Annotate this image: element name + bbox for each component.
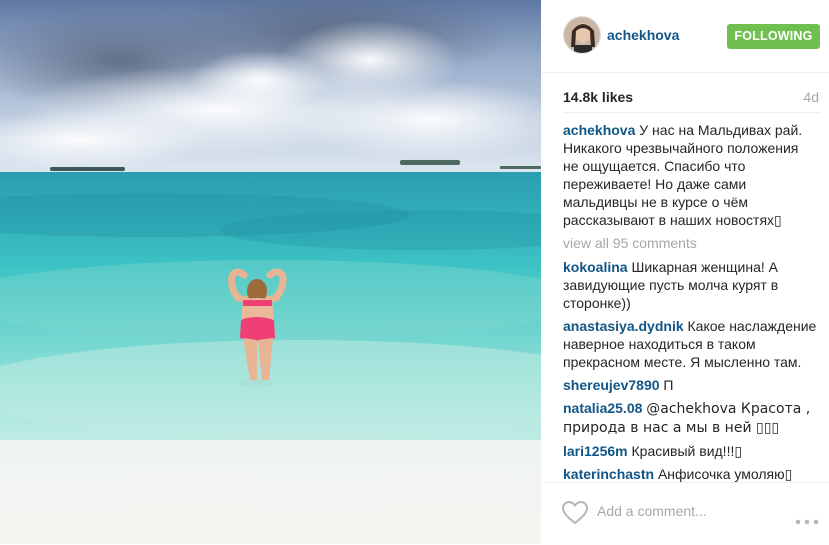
comment: anastasiya.dydnik Какое наслаждение наве… (563, 317, 817, 371)
comment-footer: Add a comment... (541, 482, 829, 545)
comment-username[interactable]: lari1256m (563, 443, 628, 459)
more-options-icon[interactable] (795, 512, 819, 525)
likes-count[interactable]: 14.8k likes (563, 89, 633, 105)
following-button[interactable]: FOLLOWING (727, 24, 820, 49)
view-all-comments-link[interactable]: view all 95 comments (563, 234, 817, 252)
comment-username[interactable]: kokoalina (563, 259, 628, 275)
comment-username[interactable]: katerinchastn (563, 466, 654, 482)
comment: shereujev7890 П (563, 376, 817, 394)
avatar[interactable] (563, 16, 601, 54)
comment: kokoalina Шикарная женщина! А завидующие… (563, 258, 817, 312)
comment-username[interactable]: shereujev7890 (563, 377, 660, 393)
comment-username[interactable]: achekhova (563, 122, 635, 138)
comment: katerinchastn Анфисочка умоляю▯ размести… (563, 465, 817, 482)
caption: achekhova У нас на Мальдивах рай. Никако… (563, 121, 817, 229)
divider (563, 112, 820, 113)
heart-icon[interactable] (561, 500, 589, 525)
comments-list: achekhova У нас на Мальдивах рай. Никако… (563, 121, 817, 482)
post-photo[interactable] (0, 0, 541, 544)
add-comment-input[interactable]: Add a comment... (597, 503, 707, 519)
comment-text: П (663, 377, 674, 393)
header-username[interactable]: achekhova (607, 27, 679, 43)
comment: natalia25.08 @achekhova Красота , природ… (563, 399, 817, 437)
post-timestamp[interactable]: 4d (803, 89, 819, 105)
comment-text: Красивый вид!!!▯ (631, 443, 743, 459)
comment-username[interactable]: natalia25.08 (563, 400, 642, 416)
comment-username[interactable]: anastasiya.dydnik (563, 318, 684, 334)
post-header: achekhova FOLLOWING (541, 0, 829, 73)
instagram-post-modal: achekhova FOLLOWING 14.8k likes 4d achek… (0, 0, 829, 544)
comment: lari1256m Красивый вид!!!▯ (563, 442, 817, 460)
post-sidebar: achekhova FOLLOWING 14.8k likes 4d achek… (541, 0, 829, 544)
